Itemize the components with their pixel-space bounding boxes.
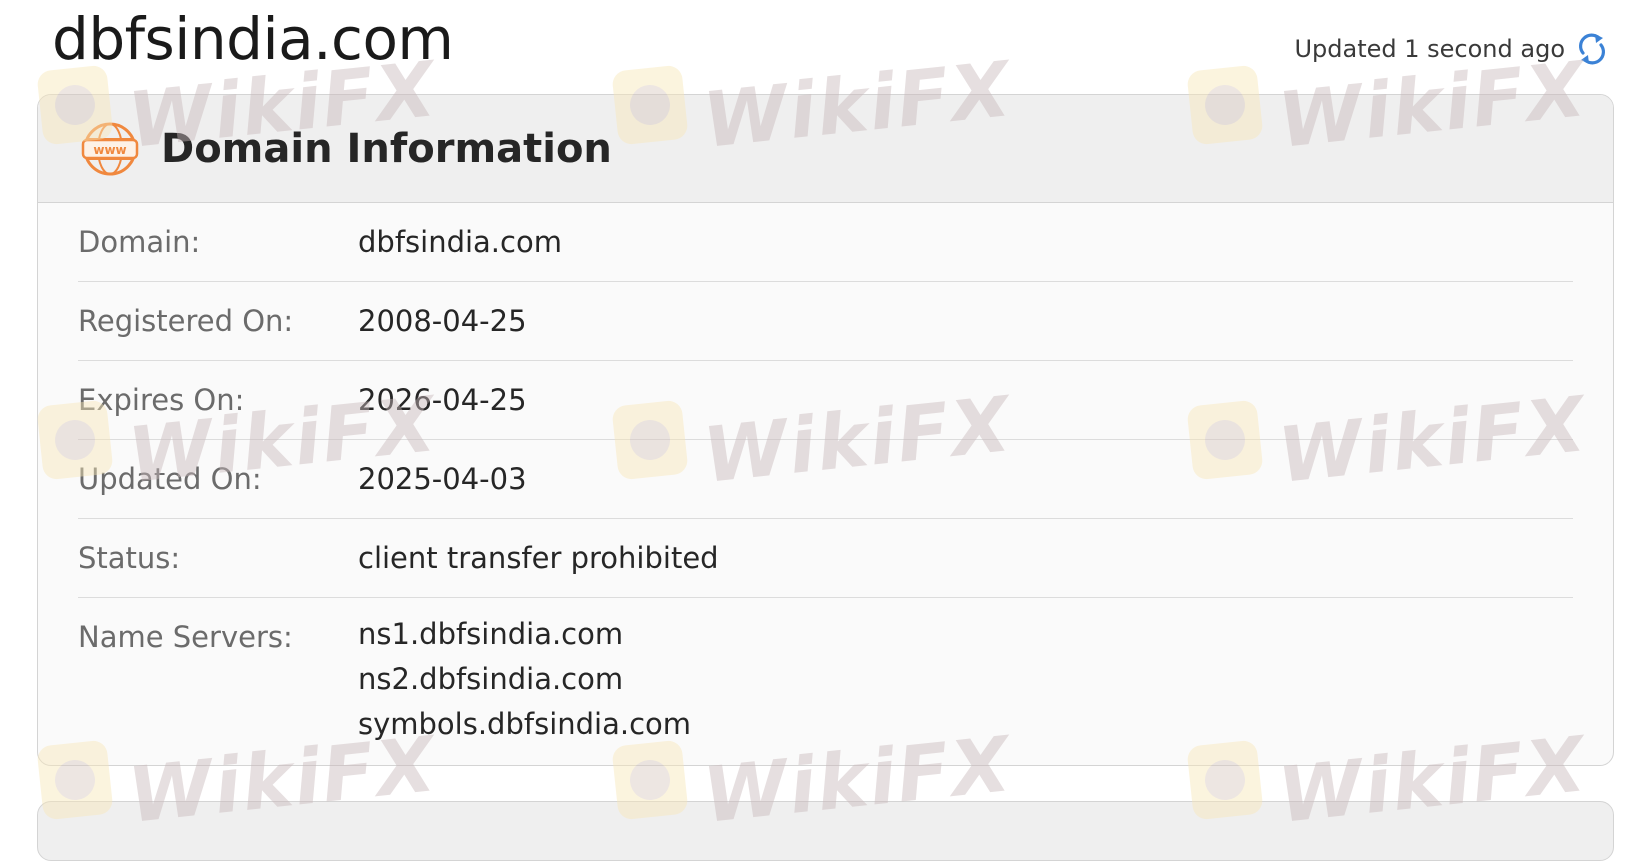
- svg-text:www: www: [93, 143, 126, 157]
- row-label: Status:: [78, 541, 181, 575]
- card-header: www Domain Information: [38, 95, 1613, 203]
- name-server-item: ns2.dbfsindia.com: [358, 662, 624, 696]
- row-value: 2025-04-03: [358, 462, 527, 496]
- domain-info-card: www Domain Information Domain: dbfsindia…: [37, 94, 1614, 766]
- row-value: 2008-04-25: [358, 304, 527, 338]
- row-label: Registered On:: [78, 304, 294, 338]
- row-name-servers: Name Servers: ns1.dbfsindia.com ns2.dbfs…: [78, 598, 1573, 757]
- row-label: Expires On:: [78, 383, 245, 417]
- row-value: 2026-04-25: [358, 383, 527, 417]
- row-value: dbfsindia.com: [358, 225, 562, 259]
- www-icon: www: [81, 122, 139, 175]
- row-value: client transfer prohibited: [358, 541, 719, 575]
- updated-text: Updated 1 second ago: [1294, 35, 1565, 63]
- name-server-item: symbols.dbfsindia.com: [358, 707, 692, 741]
- row-label: Updated On:: [78, 462, 262, 496]
- card-title: Domain Information: [161, 125, 612, 172]
- name-server-item: ns1.dbfsindia.com: [358, 617, 624, 651]
- row-updated-on: Updated On: 2025-04-03: [78, 440, 1573, 519]
- refresh-icon[interactable]: [1577, 32, 1607, 66]
- page-title: dbfsindia.com: [52, 5, 454, 73]
- update-status: Updated 1 second ago: [1294, 32, 1607, 66]
- row-registered-on: Registered On: 2008-04-25: [78, 282, 1573, 361]
- row-status: Status: client transfer prohibited: [78, 519, 1573, 598]
- name-server-list: ns1.dbfsindia.com ns2.dbfsindia.com symb…: [358, 598, 691, 747]
- next-card: [37, 801, 1614, 861]
- row-expires-on: Expires On: 2026-04-25: [78, 361, 1573, 440]
- row-domain: Domain: dbfsindia.com: [78, 203, 1573, 282]
- info-rows: Domain: dbfsindia.com Registered On: 200…: [38, 203, 1613, 757]
- row-label: Domain:: [78, 225, 201, 259]
- row-label: Name Servers:: [78, 620, 293, 654]
